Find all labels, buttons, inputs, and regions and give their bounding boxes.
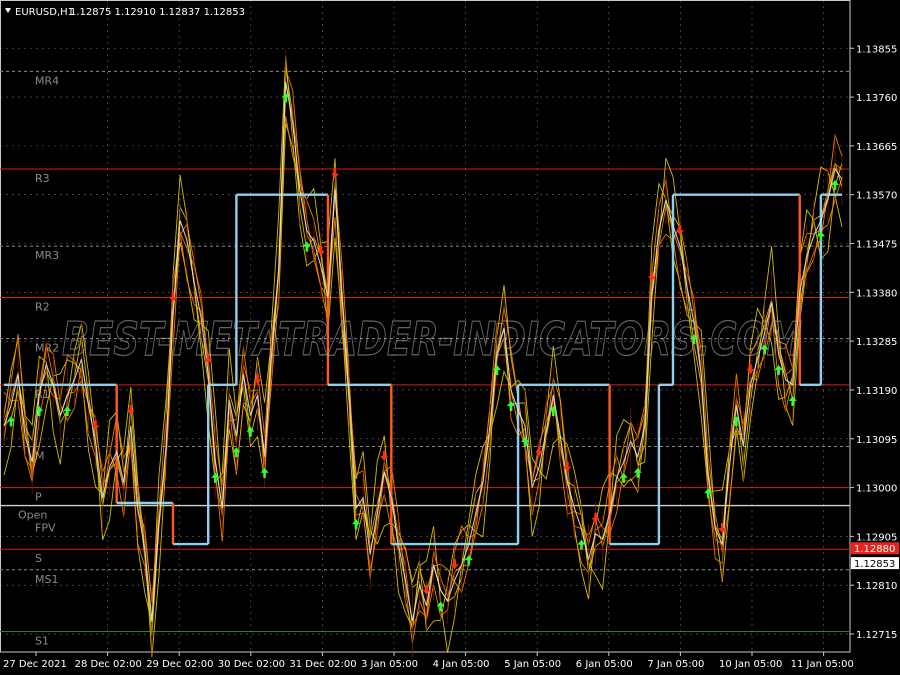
level-label-p: P (35, 491, 42, 504)
y-tick-label: 1.12715 (856, 630, 897, 641)
y-tick-label: 1.13380 (856, 288, 897, 299)
price-marker-label: 1.12880 (854, 544, 895, 555)
up-arrow-icon (788, 395, 797, 406)
level-label-mr3: MR3 (35, 249, 59, 262)
x-tick-label: 27 Dec 2021 (3, 659, 67, 670)
y-tick-label: 1.13855 (856, 44, 897, 55)
y-tick-label: 1.13570 (856, 191, 897, 202)
dropdown-triangle-icon[interactable] (5, 8, 11, 13)
level-label-r3: R3 (35, 172, 50, 185)
y-tick-label: 1.13190 (856, 386, 897, 397)
price-chart-svg: MR4R3MR3R2MR2R1MPOpenFPVSMS1S1 BEST-META… (0, 0, 899, 670)
symbol-label: EURUSD,H1 (15, 7, 74, 18)
x-tick-label: 10 Jan 05:00 (719, 659, 782, 670)
x-tick-label: 3 Jan 05:00 (361, 659, 418, 670)
down-arrow-icon (380, 451, 389, 462)
up-arrow-icon (246, 426, 255, 437)
x-tick-label: 30 Dec 02:00 (218, 659, 285, 670)
down-arrow-icon (676, 225, 685, 236)
up-arrow-icon (260, 467, 269, 478)
y-tick-label: 1.13475 (856, 240, 897, 251)
band-line-0 (3, 122, 843, 632)
ohlc-values: 1.12875 1.12910 1.12837 1.12853 (70, 7, 245, 18)
level-label-fpv: FPV (35, 521, 56, 534)
current-price-label: 1.12853 (854, 559, 895, 570)
level-label-r1: R1 (35, 388, 50, 401)
x-tick-label: 5 Jan 05:00 (504, 659, 561, 670)
chart-header: EURUSD,H1 1.12875 1.12910 1.12837 1.1285… (5, 7, 245, 18)
y-tick-label: 1.13760 (856, 93, 897, 104)
x-tick-label: 11 Jan 05:00 (791, 659, 854, 670)
up-arrow-icon (619, 472, 628, 483)
x-tick-label: 6 Jan 05:00 (576, 659, 633, 670)
level-label-mr4: MR4 (35, 74, 59, 87)
y-tick-label: 1.13285 (856, 337, 897, 348)
chart: MR4 R3 MR3 R2 MR2 R1 M P Open FPV S MS1 S1 BEST-META… (0, 0, 900, 675)
y-tick-label: 1.12810 (856, 581, 897, 592)
down-arrow-icon (330, 168, 339, 179)
up-arrow-icon (464, 555, 473, 566)
level-label-ms1: MS1 (35, 573, 58, 586)
y-tick-label: 1.12905 (856, 532, 897, 543)
y-tick-label: 1.13665 (856, 142, 897, 153)
x-tick-label: 31 Dec 02:00 (289, 659, 356, 670)
up-arrow-icon (816, 231, 825, 242)
down-arrow-icon (591, 512, 600, 523)
x-tick-label: 4 Jan 05:00 (433, 659, 490, 670)
y-tick-label: 1.13000 (856, 484, 897, 495)
x-tick-label: 29 Dec 02:00 (146, 659, 213, 670)
x-axis: 27 Dec 2021 28 Dec 02:00 29 Dec 02:00 30 De… (3, 652, 854, 670)
level-label-s: S (35, 552, 42, 565)
watermark: BEST-METATRADER-INDICATORS.COM (62, 312, 802, 366)
level-label-s1: S1 (35, 634, 49, 647)
level-label-open: Open (18, 509, 47, 522)
level-label-r2: R2 (35, 300, 50, 313)
pivot-step-lines (4, 193, 842, 546)
y-tick-label: 1.13095 (856, 435, 897, 446)
x-tick-label: 7 Jan 05:00 (647, 659, 704, 670)
y-axis: 1.13855 1.13760 1.13665 1.13570 1.13475 1.133… (850, 44, 899, 641)
x-tick-label: 28 Dec 02:00 (75, 659, 142, 670)
